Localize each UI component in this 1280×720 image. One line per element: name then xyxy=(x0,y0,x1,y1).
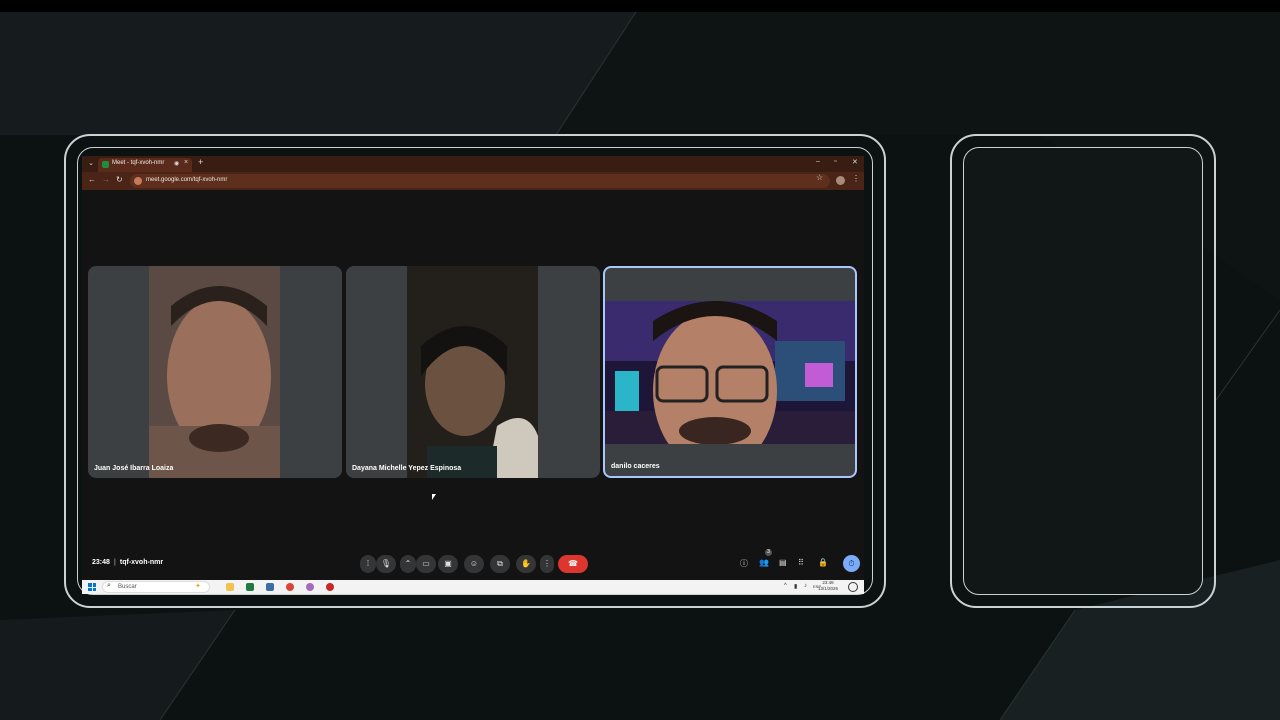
address-bar: ← → ↻ meet.google.com/tqf-xvoh-nmr ☆ ⋮ xyxy=(82,172,864,190)
microphone-button[interactable]: 🎙 xyxy=(376,555,396,573)
new-tab-icon[interactable]: + xyxy=(198,157,203,167)
audio-indicator-icon[interactable]: ◉ xyxy=(174,160,179,167)
search-icon: ⌕ xyxy=(107,582,111,589)
clock-date: 13/1/2026 xyxy=(818,586,839,591)
present-screen-button[interactable]: ⧉ xyxy=(490,555,510,573)
tab-bar: ⌄ Meet - tqf-xvoh-nmr ◉ × + – ▫ ✕ xyxy=(82,156,864,172)
network-icon[interactable]: ▮ xyxy=(794,583,797,590)
url-text: meet.google.com/tqf-xvoh-nmr xyxy=(146,177,228,183)
search-placeholder: Buscar xyxy=(118,584,137,590)
emoji-button[interactable]: ☺ xyxy=(464,555,484,573)
participant-tile-1[interactable]: Juan José Ibarra Loaiza xyxy=(88,266,342,478)
volume-icon[interactable]: ♪ xyxy=(804,583,807,589)
taskbar-clock[interactable]: 23:48 13/1/2026 xyxy=(818,580,838,592)
browser-tab[interactable]: Meet - tqf-xvoh-nmr ◉ × xyxy=(98,158,192,172)
notification-icon[interactable] xyxy=(848,582,858,592)
more-options-button[interactable]: ⋮ xyxy=(540,555,554,573)
device-frame-right-inner xyxy=(963,147,1203,595)
mouse-cursor xyxy=(432,494,436,500)
reload-icon[interactable]: ↻ xyxy=(116,175,123,184)
captions-button[interactable]: ▣ xyxy=(438,555,458,573)
camera-button[interactable]: ▭ xyxy=(416,555,436,573)
bookmark-star-icon[interactable]: ☆ xyxy=(816,173,823,182)
browser-menu-icon[interactable]: ⋮ xyxy=(852,174,860,183)
site-info-icon[interactable] xyxy=(134,177,142,185)
excel-icon[interactable] xyxy=(246,583,254,591)
tab-close-icon[interactable]: × xyxy=(184,159,188,166)
audio-settings-button[interactable]: ⁞ xyxy=(360,555,376,573)
tab-search-icon[interactable]: ⌄ xyxy=(86,159,96,169)
file-explorer-icon[interactable] xyxy=(226,583,234,591)
recording-icon[interactable] xyxy=(326,583,334,591)
tab-title: Meet - tqf-xvoh-nmr xyxy=(112,160,165,166)
meeting-info-separator: | xyxy=(113,559,116,566)
participant-video xyxy=(605,301,855,444)
chrome-icon[interactable] xyxy=(286,583,294,591)
windows-start-icon[interactable] xyxy=(88,583,96,591)
minimize-icon[interactable]: – xyxy=(816,158,820,165)
profile-avatar[interactable] xyxy=(836,176,845,185)
maximize-icon[interactable]: ▫ xyxy=(834,158,836,165)
taskbar-search[interactable]: ⌕ Buscar ✦ xyxy=(102,581,210,593)
tray-chevron-icon[interactable]: ^ xyxy=(784,583,787,589)
video-settings-button[interactable]: ⌃ xyxy=(400,555,416,573)
meeting-details-icon[interactable]: ⓘ xyxy=(740,558,748,569)
browser-window: ⌄ Meet - tqf-xvoh-nmr ◉ × + – ▫ ✕ ← → ↻ … xyxy=(82,156,864,594)
participant-tile-3[interactable]: danilo caceres xyxy=(603,266,857,478)
host-controls-icon[interactable]: 🔒 xyxy=(818,558,828,567)
forward-icon[interactable]: → xyxy=(102,175,110,184)
participant-video xyxy=(149,266,280,478)
participant-video xyxy=(407,266,538,478)
back-icon[interactable]: ← xyxy=(88,175,96,184)
people-count-badge: 3 xyxy=(765,549,772,556)
presentation-stage: ⌄ Meet - tqf-xvoh-nmr ◉ × + – ▫ ✕ ← → ↻ … xyxy=(0,0,1280,720)
participant-name: Juan José Ibarra Loaiza xyxy=(94,465,174,472)
url-field[interactable]: meet.google.com/tqf-xvoh-nmr xyxy=(130,174,830,188)
copilot-sparkle-icon: ✦ xyxy=(195,583,201,590)
activities-icon[interactable]: ⠿ xyxy=(798,558,804,567)
participant-name: Dayana Michelle Yepez Espinosa xyxy=(352,465,462,472)
leave-call-button[interactable]: ☎ xyxy=(558,555,588,573)
participant-name: danilo caceres xyxy=(611,463,660,470)
meeting-code: tqf-xvoh-nmr xyxy=(119,559,164,566)
app-icon[interactable] xyxy=(266,583,274,591)
meeting-info: 23:48 | tqf-xvoh-nmr xyxy=(92,559,163,566)
chat-icon[interactable]: ▤ xyxy=(779,558,787,567)
people-icon[interactable]: 👥 xyxy=(759,558,769,567)
participant-tile-2[interactable]: Dayana Michelle Yepez Espinosa xyxy=(346,266,600,478)
meet-favicon-icon xyxy=(102,161,109,168)
raise-hand-button[interactable]: ✋ xyxy=(516,555,536,573)
app-icon-2[interactable] xyxy=(306,583,314,591)
close-window-icon[interactable]: ✕ xyxy=(852,158,858,166)
windows-taskbar: ⌕ Buscar ✦ ^ ▮ ♪ ESP 23:48 13/1/2026 xyxy=(82,580,864,594)
meeting-time: 23:48 xyxy=(92,559,110,566)
timer-icon[interactable]: ⏱ xyxy=(843,555,860,572)
